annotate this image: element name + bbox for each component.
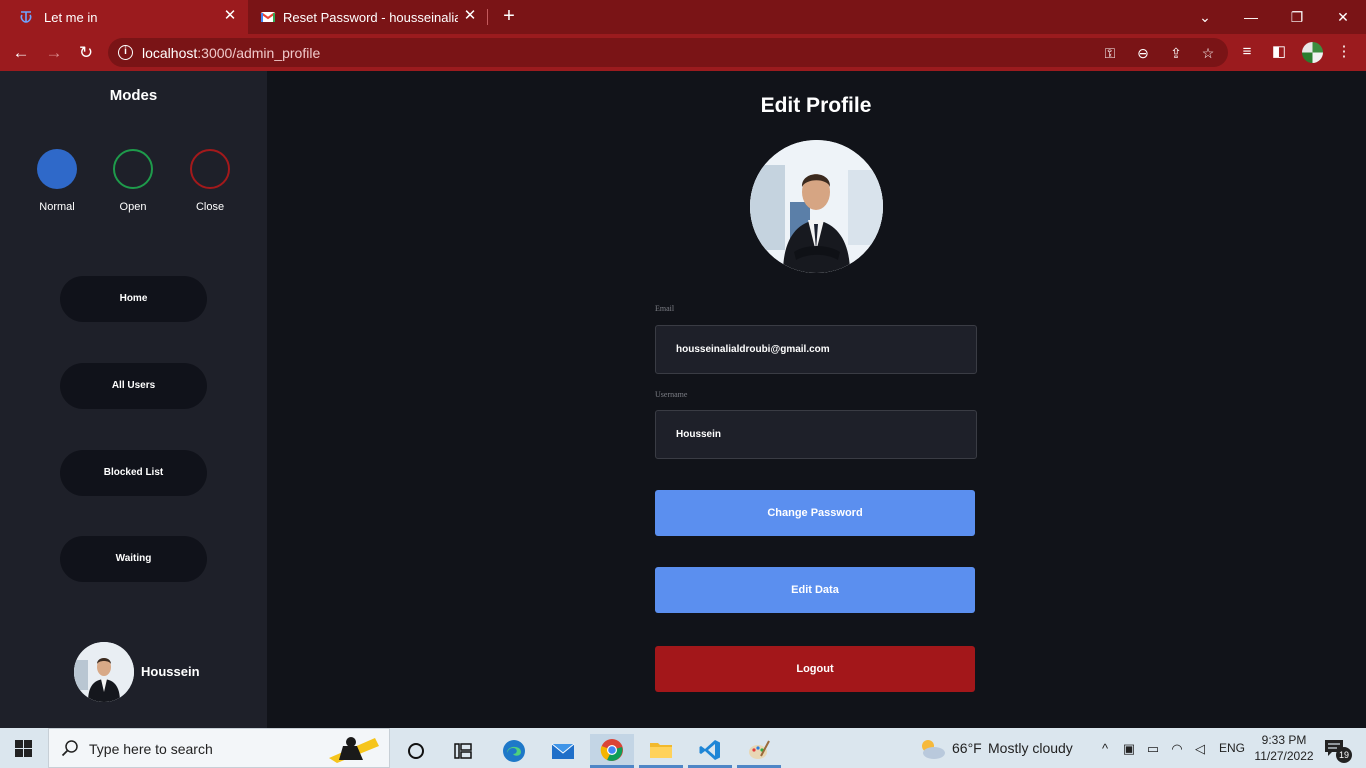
- nav-waiting-button[interactable]: Waiting: [60, 536, 207, 582]
- address-bar[interactable]: i localhost:3000/admin_profile ⚿ ⊖ ⇪ ☆: [108, 38, 1228, 67]
- paint-app-icon[interactable]: [737, 734, 781, 768]
- mode-normal[interactable]: Normal: [27, 149, 87, 213]
- page-title: Edit Profile: [760, 94, 872, 117]
- side-panel-icon[interactable]: ◧: [1269, 42, 1289, 62]
- share-icon[interactable]: ⇪: [1167, 44, 1185, 62]
- weather-description[interactable]: Mostly cloudy: [988, 740, 1073, 756]
- app-favicon-icon: [20, 11, 32, 23]
- change-password-button[interactable]: Change Password: [655, 490, 975, 536]
- email-label: Email: [655, 304, 675, 313]
- clock-time: 9:33 PM: [1261, 733, 1307, 747]
- person-photo-icon: [750, 140, 883, 273]
- mode-normal-dot-icon[interactable]: [37, 149, 77, 189]
- person-photo-icon: [74, 642, 134, 702]
- modes-title: Modes: [109, 87, 158, 104]
- mode-label: Close: [195, 201, 225, 213]
- weather-temperature[interactable]: 66°F: [952, 740, 982, 756]
- clock-date: 11/27/2022: [1254, 749, 1314, 763]
- mode-close[interactable]: Close: [180, 149, 240, 213]
- mode-open-dot-icon[interactable]: [113, 149, 153, 189]
- logout-button[interactable]: Logout: [655, 646, 975, 692]
- nav-blocked-list-button[interactable]: Blocked List: [60, 450, 207, 496]
- mode-close-dot-icon[interactable]: [190, 149, 230, 189]
- windows-start-icon[interactable]: [15, 740, 32, 757]
- mode-open[interactable]: Open: [103, 149, 163, 213]
- tab-search-chevron-icon[interactable]: ⌄: [1194, 6, 1216, 28]
- minimize-button[interactable]: —: [1240, 6, 1262, 28]
- reload-button[interactable]: ↻: [75, 42, 97, 64]
- search-icon: [61, 740, 78, 757]
- search-highlight-icon: [329, 737, 379, 763]
- tab-title: Let me in: [44, 10, 98, 25]
- mode-label: Normal: [39, 201, 75, 213]
- restore-button[interactable]: ❐: [1286, 6, 1308, 28]
- task-view-icon[interactable]: [394, 734, 438, 768]
- widgets-icon[interactable]: [441, 734, 485, 768]
- taskbar-clock[interactable]: 9:33 PM 11/27/2022: [1248, 732, 1320, 764]
- mail-app-icon[interactable]: [541, 734, 585, 768]
- close-icon[interactable]: ✕: [462, 8, 478, 24]
- menu-kebab-icon[interactable]: ⋮: [1334, 42, 1354, 62]
- media-queue-icon[interactable]: ≡: [1237, 42, 1257, 62]
- language-indicator[interactable]: ENG: [1219, 741, 1245, 755]
- key-icon[interactable]: ⚿: [1101, 44, 1119, 62]
- tab-title: Reset Password - housseinalialdroubi: [283, 10, 458, 25]
- chrome-browser-icon[interactable]: [590, 734, 634, 768]
- url-text: localhost:3000/admin_profile: [142, 45, 321, 61]
- zoom-icon[interactable]: ⊖: [1134, 44, 1152, 62]
- username-field[interactable]: Houssein: [655, 410, 977, 459]
- tab-let-me-in[interactable]: Let me in ✕: [0, 0, 248, 34]
- info-icon[interactable]: i: [118, 45, 133, 60]
- search-placeholder: Type here to search: [89, 741, 213, 757]
- meet-now-icon[interactable]: ▣: [1120, 740, 1138, 758]
- weather-cloudy-icon: [922, 740, 945, 759]
- nav-all-users-button[interactable]: All Users: [60, 363, 207, 409]
- new-tab-button[interactable]: +: [499, 6, 519, 26]
- battery-icon[interactable]: ▭: [1144, 740, 1162, 758]
- taskbar-search-input[interactable]: Type here to search: [48, 728, 390, 768]
- gmail-icon: [260, 12, 276, 22]
- tab-reset-password[interactable]: Reset Password - housseinalialdroubi ✕: [248, 0, 488, 34]
- close-icon[interactable]: ✕: [222, 8, 238, 24]
- nav-home-button[interactable]: Home: [60, 276, 207, 322]
- edit-data-button[interactable]: Edit Data: [655, 567, 975, 613]
- bookmark-star-icon[interactable]: ☆: [1199, 44, 1217, 62]
- volume-icon[interactable]: ◁: [1191, 740, 1209, 758]
- profile-photo[interactable]: [750, 140, 883, 273]
- sidebar-user-avatar[interactable]: [74, 642, 134, 702]
- sidebar-user-name: Houssein: [141, 664, 200, 679]
- tab-divider: [487, 9, 488, 25]
- profile-avatar-icon[interactable]: [1302, 42, 1323, 63]
- email-value: housseinalialdroubi@gmail.com: [676, 344, 830, 355]
- forward-button[interactable]: →: [43, 42, 65, 64]
- chevron-up-icon[interactable]: ^: [1096, 740, 1114, 758]
- browser-tab-bar: Let me in ✕ Reset Password - housseinali…: [0, 0, 1366, 34]
- notification-count-badge: 19: [1336, 747, 1352, 763]
- notification-center-icon[interactable]: 19: [1324, 739, 1352, 763]
- edge-browser-icon[interactable]: [492, 734, 536, 768]
- taskbar: Type here to search 66°F Mostly cloudy ^…: [0, 728, 1366, 768]
- sidebar: Modes Normal Open Close Home All Users B…: [0, 71, 267, 728]
- username-value: Houssein: [676, 429, 722, 440]
- browser-toolbar: ← → ↻ i localhost:3000/admin_profile ⚿ ⊖…: [0, 34, 1366, 71]
- close-window-button[interactable]: ✕: [1332, 6, 1354, 28]
- vscode-icon[interactable]: [688, 734, 732, 768]
- wifi-icon[interactable]: ◠: [1168, 740, 1186, 758]
- username-label: Username: [655, 390, 688, 399]
- email-field[interactable]: housseinalialdroubi@gmail.com: [655, 325, 977, 374]
- file-explorer-icon[interactable]: [639, 734, 683, 768]
- back-button[interactable]: ←: [10, 42, 32, 64]
- mode-label: Open: [119, 201, 147, 213]
